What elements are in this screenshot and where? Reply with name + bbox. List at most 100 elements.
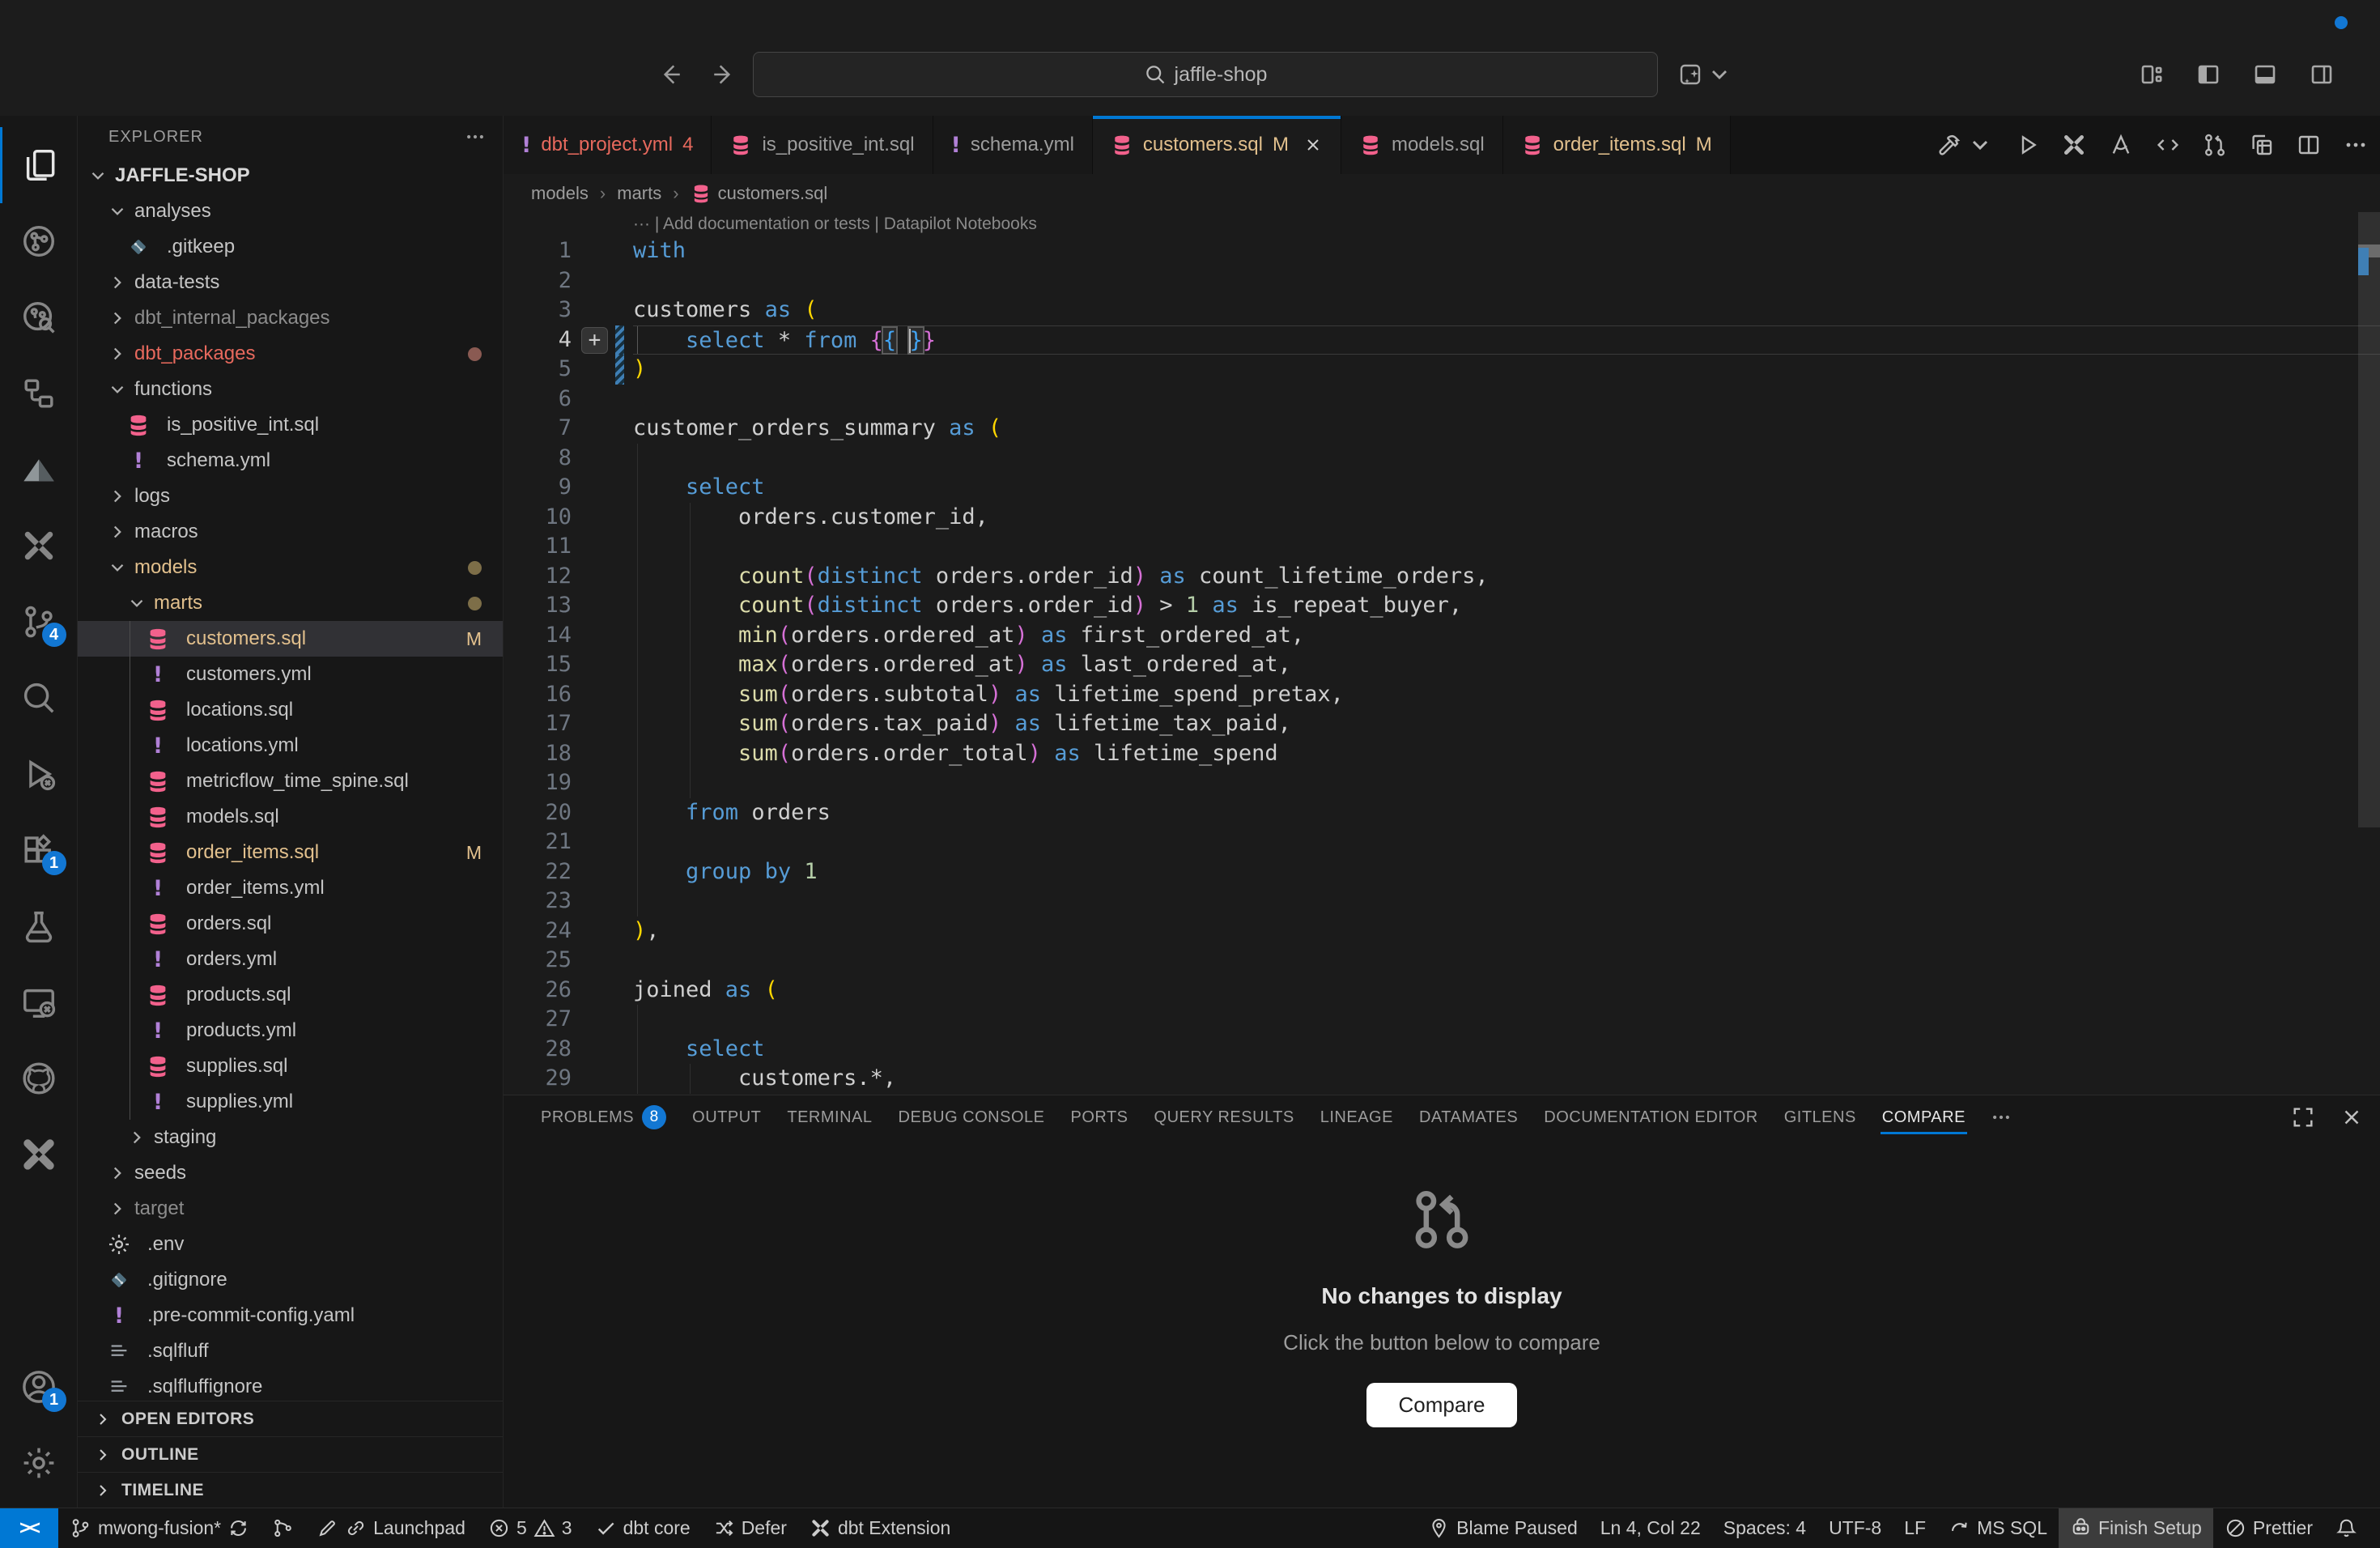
compiled-code-button[interactable] xyxy=(2155,132,2181,158)
datapilot-button[interactable] xyxy=(2108,132,2134,158)
status-encoding[interactable]: UTF-8 xyxy=(1817,1508,1893,1548)
editor-scrollbar[interactable] xyxy=(2358,212,2380,1095)
tree-item-supplies-sql[interactable]: supplies.sql xyxy=(78,1048,503,1084)
chevron-down-icon[interactable] xyxy=(1706,62,1732,87)
maximize-panel-icon[interactable] xyxy=(2291,1105,2315,1129)
tree-item-order-items-sql[interactable]: order_items.sqlM xyxy=(78,835,503,870)
tab-schema-yml[interactable]: !schema.yml xyxy=(933,116,1093,174)
gutter[interactable]: 4+ xyxy=(504,325,633,355)
back-arrow-icon[interactable] xyxy=(656,61,683,88)
copilot-menu-icon[interactable] xyxy=(1677,62,1703,87)
tree-item-macros[interactable]: macros xyxy=(78,514,503,550)
tree-item-dbt-internal-packages[interactable]: dbt_internal_packages xyxy=(78,300,503,336)
tree-item-functions[interactable]: functions xyxy=(78,372,503,407)
sidebar-section-open-editors[interactable]: OPEN EDITORS xyxy=(78,1401,503,1436)
status-launchpad-item[interactable]: Launchpad xyxy=(305,1508,477,1548)
status-dbt-extension-item[interactable]: dbt Extension xyxy=(798,1508,962,1548)
activitybar-item-settings[interactable] xyxy=(0,1425,78,1501)
breadcrumb-item-marts[interactable]: marts xyxy=(617,183,661,204)
customize-layout-icon[interactable] xyxy=(2139,62,2165,87)
activitybar-item-testing[interactable] xyxy=(0,888,78,964)
activitybar-item-lineage[interactable] xyxy=(0,355,78,432)
forward-arrow-icon[interactable] xyxy=(711,61,738,88)
status-notifications[interactable] xyxy=(2324,1508,2369,1548)
tree-item-logs[interactable]: logs xyxy=(78,478,503,514)
tree-item-locations-yml[interactable]: !locations.yml xyxy=(78,728,503,763)
compare-button[interactable]: Compare xyxy=(1366,1383,1518,1427)
tree-item-is-positive-int-sql[interactable]: is_positive_int.sql xyxy=(78,407,503,443)
panel-more-icon[interactable] xyxy=(1978,1106,2024,1129)
panel-tab-lineage[interactable]: LINEAGE xyxy=(1307,1095,1406,1139)
gutter[interactable]: 1 xyxy=(504,236,633,266)
status-git-branch-item[interactable]: mwong-fusion* xyxy=(58,1508,261,1548)
dbt-action-button[interactable] xyxy=(2061,132,2087,158)
tree-item-dbt-packages[interactable]: dbt_packages xyxy=(78,336,503,372)
split-editor-button[interactable] xyxy=(2296,132,2322,158)
panel-tab-output[interactable]: OUTPUT xyxy=(679,1095,774,1139)
panel-tab-query-results[interactable]: QUERY RESULTS xyxy=(1141,1095,1307,1139)
status-graph-item[interactable] xyxy=(261,1508,305,1548)
gutter[interactable]: 8 xyxy=(504,444,633,474)
tab-is-positive-int-sql[interactable]: is_positive_int.sql xyxy=(712,116,933,174)
status-eol[interactable]: LF xyxy=(1893,1508,1937,1548)
tree-item-models-sql[interactable]: models.sql xyxy=(78,799,503,835)
activitybar-item-dbt-power-user[interactable] xyxy=(0,1116,78,1193)
add-line-action-button[interactable]: + xyxy=(581,327,608,354)
tree-item-env[interactable]: .env xyxy=(78,1227,503,1262)
gutter[interactable]: 27 xyxy=(504,1005,633,1035)
tree-item-models[interactable]: models xyxy=(78,550,503,585)
activitybar-item-run-and-debug[interactable] xyxy=(0,736,78,812)
gutter[interactable]: 18 xyxy=(504,739,633,769)
panel-tab-problems[interactable]: PROBLEMS8 xyxy=(528,1095,679,1139)
search-input[interactable]: jaffle-shop xyxy=(753,52,1658,97)
status-prettier-item[interactable]: Prettier xyxy=(2213,1508,2324,1548)
status-language-mode[interactable]: MS SQL xyxy=(1937,1508,2059,1548)
tree-item-pre-commit-config-yaml[interactable]: !.pre-commit-config.yaml xyxy=(78,1298,503,1333)
tree-item-seeds[interactable]: seeds xyxy=(78,1155,503,1191)
tree-item-customers-sql[interactable]: customers.sqlM xyxy=(78,621,503,657)
gutter[interactable]: 10 xyxy=(504,503,633,533)
activitybar-item-datapilot[interactable] xyxy=(0,432,78,508)
build-button[interactable] xyxy=(1935,132,1961,158)
tab-dbt-project-yml[interactable]: !dbt_project.yml4 xyxy=(504,116,712,174)
tree-item-target[interactable]: target xyxy=(78,1191,503,1227)
toggle-sidebar-icon[interactable] xyxy=(2195,62,2221,87)
tree-item-supplies-yml[interactable]: !supplies.yml xyxy=(78,1084,503,1120)
codelens-actions[interactable]: ··· | Add documentation or tests | Datap… xyxy=(504,212,2380,236)
tree-item-customers-yml[interactable]: !customers.yml xyxy=(78,657,503,692)
tree-item-metricflow-time-spine-sql[interactable]: metricflow_time_spine.sql xyxy=(78,763,503,799)
activitybar-item-extensions[interactable]: 1 xyxy=(0,812,78,888)
gutter[interactable]: 28 xyxy=(504,1035,633,1065)
status-cursor-position[interactable]: Ln 4, Col 22 xyxy=(1589,1508,1712,1548)
gutter[interactable]: 9 xyxy=(504,473,633,503)
sidebar-section-timeline[interactable]: TIMELINE xyxy=(78,1472,503,1508)
gutter[interactable]: 11 xyxy=(504,532,633,562)
gutter[interactable]: 13 xyxy=(504,591,633,621)
status-remote-indicator[interactable]: >< xyxy=(0,1508,58,1548)
activitybar-item-dbt[interactable] xyxy=(0,508,78,584)
panel-tab-compare[interactable]: COMPARE xyxy=(1869,1095,1978,1139)
tree-item-jaffle-shop[interactable]: JAFFLE-SHOP xyxy=(78,158,503,194)
tree-item-orders-sql[interactable]: orders.sql xyxy=(78,906,503,942)
status-problems-item[interactable]: 53 xyxy=(477,1508,584,1548)
query-results-button[interactable] xyxy=(2249,132,2275,158)
status-indentation[interactable]: Spaces: 4 xyxy=(1712,1508,1817,1548)
tree-item-data-tests[interactable]: data-tests xyxy=(78,265,503,300)
gutter[interactable]: 21 xyxy=(504,827,633,857)
gutter[interactable]: 14 xyxy=(504,621,633,651)
gutter[interactable]: 3 xyxy=(504,296,633,325)
tab-models-sql[interactable]: models.sql xyxy=(1341,116,1503,174)
activitybar-item-github[interactable] xyxy=(0,1040,78,1116)
gutter[interactable]: 24 xyxy=(504,916,633,946)
gutter[interactable]: 15 xyxy=(504,650,633,680)
status-defer-item[interactable]: Defer xyxy=(702,1508,798,1548)
sidebar-section-outline[interactable]: OUTLINE xyxy=(78,1436,503,1472)
tree-item-locations-sql[interactable]: locations.sql xyxy=(78,692,503,728)
gutter[interactable]: 12 xyxy=(504,562,633,592)
toggle-panel-icon[interactable] xyxy=(2252,62,2278,87)
activitybar-item-remote-explorer[interactable] xyxy=(0,964,78,1040)
tree-item-schema-yml[interactable]: !schema.yml xyxy=(78,443,503,478)
gutter[interactable]: 16 xyxy=(504,680,633,710)
panel-tab-ports[interactable]: PORTS xyxy=(1057,1095,1141,1139)
activitybar-item-explorer[interactable] xyxy=(0,127,78,203)
